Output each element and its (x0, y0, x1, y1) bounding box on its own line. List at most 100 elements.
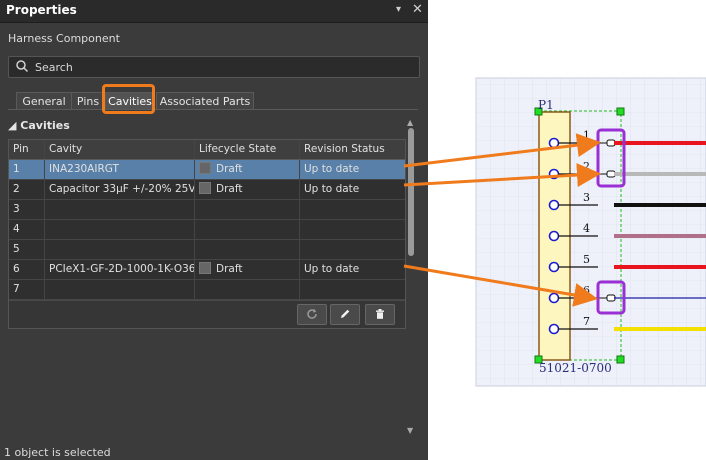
pin-number: 2 (583, 160, 590, 173)
cell-cavity[interactable] (45, 200, 195, 219)
table-header: Pin Cavity Lifecycle State Revision Stat… (9, 140, 405, 160)
cell-pin-text: 7 (13, 283, 20, 295)
cell-pin[interactable]: 7 (9, 280, 45, 299)
cell-lifecycle[interactable] (195, 200, 300, 219)
cell-cavity[interactable] (45, 280, 195, 299)
pin-number: 4 (583, 222, 590, 235)
cell-cavity[interactable]: PCIeX1-GF-2D-1000-1K-O36 (45, 260, 195, 279)
pencil-icon (341, 309, 350, 318)
lifecycle-checkbox-icon[interactable] (199, 182, 211, 194)
cell-revision[interactable] (300, 220, 405, 239)
pin-circle[interactable] (548, 261, 560, 273)
vertical-scrollbar[interactable]: ▲ ▼ (406, 118, 418, 438)
panel-titlebar: Properties ▾ ✕ (0, 0, 428, 23)
column-header-revision[interactable]: Revision Status (300, 140, 405, 159)
schematic-canvas (475, 77, 706, 387)
pin-number: 5 (583, 253, 590, 266)
tab-general[interactable]: General (16, 92, 72, 110)
panel-menu-icon[interactable]: ▾ (396, 4, 401, 15)
cell-revision[interactable]: Up to date (300, 180, 405, 199)
object-type-label: Harness Component (8, 32, 120, 45)
refresh-button[interactable] (297, 304, 327, 325)
schematic-grid (476, 78, 706, 386)
cell-lifecycle-text: Draft (216, 163, 243, 175)
cell-pin-text: 3 (13, 203, 20, 215)
refresh-icon (307, 309, 317, 319)
table-toolbar (9, 300, 405, 328)
panel-title: Properties (6, 3, 77, 17)
table-row[interactable]: 7 (9, 280, 405, 300)
delete-button[interactable] (365, 304, 395, 325)
cavity-highlight-1-2 (596, 128, 626, 188)
pin-circle[interactable] (548, 137, 560, 149)
selection-handle-tr[interactable] (616, 107, 625, 116)
cell-revision-text: Up to date (304, 183, 360, 195)
cell-revision-text: Up to date (304, 163, 360, 175)
cell-revision[interactable]: Up to date (300, 160, 405, 179)
cavity-symbol-icon[interactable] (606, 170, 616, 178)
cell-pin-text: 4 (13, 223, 20, 235)
cell-revision[interactable] (300, 280, 405, 299)
selection-handle-bl[interactable] (534, 355, 543, 364)
cell-pin[interactable]: 3 (9, 200, 45, 219)
pin-number: 6 (583, 284, 590, 297)
pin-circle[interactable] (548, 323, 560, 335)
pin-circle[interactable] (548, 230, 560, 242)
column-header-lifecycle[interactable]: Lifecycle State (195, 140, 300, 159)
cell-pin[interactable]: 1 (9, 160, 45, 179)
properties-panel: Properties ▾ ✕ Harness Component General… (0, 0, 428, 460)
pin-circle[interactable] (548, 199, 560, 211)
collapse-triangle-icon: ◢ (8, 119, 21, 132)
pin-number: 3 (583, 191, 590, 204)
search-input[interactable] (33, 58, 417, 76)
pin-circle[interactable] (548, 168, 560, 180)
cell-cavity[interactable]: Capacitor 33µF +/-20% 25V (45, 180, 195, 199)
table-row[interactable]: 5 (9, 240, 405, 260)
column-header-pin[interactable]: Pin (9, 140, 45, 159)
table-row[interactable]: 2 Capacitor 33µF +/-20% 25V Draft Up to dat… (9, 180, 405, 200)
cell-lifecycle[interactable]: Draft (195, 160, 300, 179)
lifecycle-checkbox-icon[interactable] (199, 262, 211, 274)
connector-body[interactable] (538, 111, 571, 361)
tab-associated-parts[interactable]: Associated Parts (156, 92, 254, 110)
cell-revision[interactable] (300, 200, 405, 219)
scroll-down-icon[interactable]: ▼ (407, 426, 413, 435)
selection-handle-tl[interactable] (534, 107, 543, 116)
cell-lifecycle-text: Draft (216, 183, 243, 195)
cell-lifecycle[interactable] (195, 220, 300, 239)
lifecycle-checkbox-icon[interactable] (199, 162, 211, 174)
cell-pin[interactable]: 2 (9, 180, 45, 199)
cell-lifecycle[interactable] (195, 240, 300, 259)
table-row[interactable]: 4 (9, 220, 405, 240)
cell-cavity[interactable] (45, 240, 195, 259)
connector-pins: 1 2 3 4 5 6 7 (548, 129, 706, 335)
scroll-up-icon[interactable]: ▲ (407, 118, 413, 127)
cell-cavity[interactable]: INA230AIRGT (45, 160, 195, 179)
pin-circle[interactable] (548, 292, 560, 304)
tab-pins[interactable]: Pins (71, 92, 105, 110)
table-row[interactable]: 3 (9, 200, 405, 220)
column-header-cavity[interactable]: Cavity (45, 140, 195, 159)
cavity-symbol-icon[interactable] (606, 139, 616, 147)
cavities-section-header[interactable]: ◢ Cavities (8, 119, 70, 132)
cavity-symbol-icon[interactable] (606, 294, 616, 302)
cell-revision[interactable]: Up to date (300, 260, 405, 279)
callout-arrow-6 (403, 264, 598, 307)
cell-pin[interactable]: 4 (9, 220, 45, 239)
cell-revision[interactable] (300, 240, 405, 259)
cell-lifecycle[interactable]: Draft (195, 260, 300, 279)
close-icon[interactable]: ✕ (412, 2, 423, 17)
cell-cavity[interactable] (45, 220, 195, 239)
cell-lifecycle[interactable]: Draft (195, 180, 300, 199)
table-row[interactable]: 6 PCIeX1-GF-2D-1000-1K-O36 Draft Up to date (9, 260, 405, 280)
table-row[interactable]: 1 INA230AIRGT Draft Up to date (9, 160, 405, 180)
cell-lifecycle[interactable] (195, 280, 300, 299)
status-bar: 1 object is selected (4, 446, 111, 459)
edit-button[interactable] (330, 304, 360, 325)
cell-pin[interactable]: 5 (9, 240, 45, 259)
scrollbar-thumb[interactable] (408, 128, 414, 256)
selection-handle-br[interactable] (616, 355, 625, 364)
cell-pin[interactable]: 6 (9, 260, 45, 279)
search-box[interactable] (8, 56, 420, 78)
trash-icon (376, 309, 384, 319)
